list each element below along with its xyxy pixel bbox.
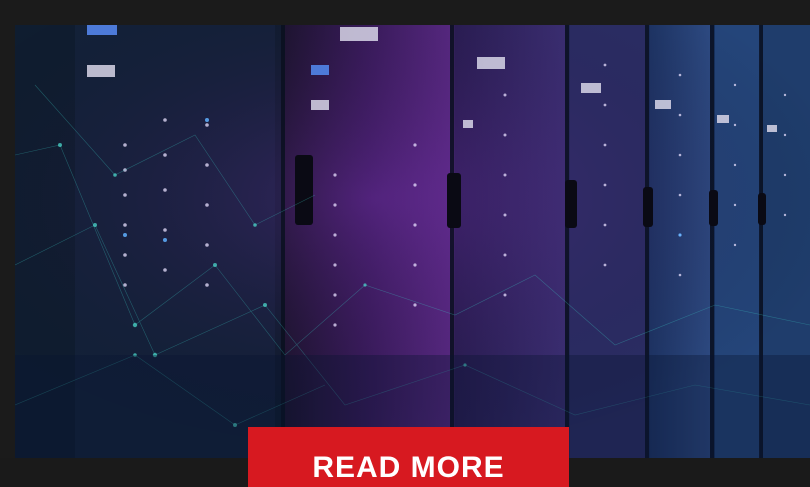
server-racks-illustration [15, 25, 810, 458]
read-more-button[interactable]: READ MORE [248, 427, 569, 487]
hero-image [15, 25, 810, 458]
page-frame: READ MORE [0, 0, 810, 487]
